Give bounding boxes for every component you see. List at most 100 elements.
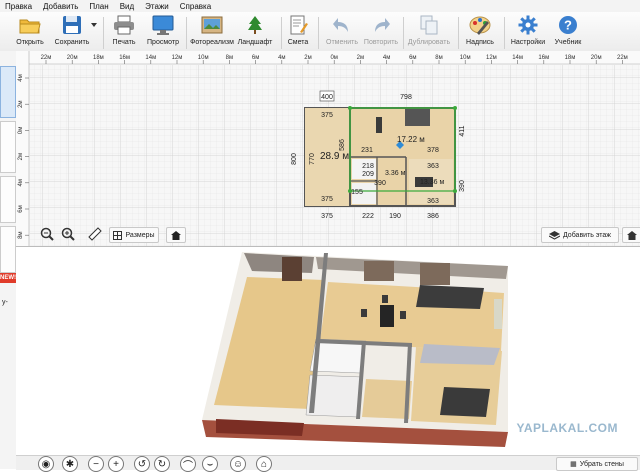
dim-label: 390 <box>374 180 386 187</box>
home-3d-button[interactable]: ⌂ <box>256 456 272 472</box>
rotate-left-button[interactable]: ↺ <box>134 456 150 472</box>
photo-icon <box>200 14 224 36</box>
rotate-right-button[interactable]: ↻ <box>154 456 170 472</box>
rotate-left-icon: ↺ <box>137 458 147 470</box>
tutorial-button[interactable]: ? Учебник <box>550 14 586 50</box>
dining-table[interactable] <box>376 117 382 133</box>
view-3d[interactable]: YAPLAKAL.COM <box>16 247 640 455</box>
menu-floors[interactable]: Этажи <box>140 2 175 11</box>
preview-button[interactable]: Просмотр <box>144 14 182 50</box>
document-pencil-icon <box>286 14 310 36</box>
copy-icon <box>417 14 441 36</box>
monitor-icon <box>151 14 175 36</box>
duplicate-button[interactable]: Дублировать <box>406 14 452 50</box>
save-dropdown-arrow[interactable] <box>89 14 99 50</box>
menu-view[interactable]: Вид <box>115 2 140 11</box>
print-button[interactable]: Печать <box>108 14 140 50</box>
left-panel-tool[interactable] <box>0 226 16 273</box>
zoom-out-button[interactable] <box>40 227 54 241</box>
menu-add[interactable]: Добавить <box>38 2 84 11</box>
menu-plan[interactable]: План <box>84 2 114 11</box>
folder-icon <box>18 14 42 36</box>
menu-bar: Правка Добавить План Вид Этажи Справка <box>0 0 640 12</box>
tilt-up-button[interactable]: ⌒ <box>180 456 196 472</box>
room-area-kitchen: 17.22 м <box>397 135 425 144</box>
dim-label: 155 <box>351 189 363 196</box>
ruler-label: 2м <box>357 55 364 61</box>
photoreal-button[interactable]: Фотореализм <box>189 14 235 50</box>
main-toolbar: Открыть Сохранить Печать Просмотр Фоторе… <box>0 12 640 52</box>
person-icon: ☺ <box>232 458 244 470</box>
sizes-button[interactable]: Размеры <box>109 227 159 243</box>
tilt-down-button[interactable]: ⌣ <box>202 456 218 472</box>
ruler-tool-button[interactable] <box>88 227 102 241</box>
plan-2d-view[interactable]: 22м 20м 18м 16м 14м 12м 10м 8м 6м 4м 2м 0м 2м 4м 6м 8м 1… <box>16 51 640 248</box>
floor-view-button[interactable] <box>622 227 640 243</box>
landscape-button[interactable]: Ландшафт <box>235 14 275 50</box>
grid-icon <box>113 230 123 240</box>
dim-label: 411 <box>459 125 466 136</box>
floppy-icon <box>60 14 84 36</box>
camera-button[interactable]: ◉ <box>38 456 54 472</box>
walk-mode-button[interactable]: ☺ <box>230 456 246 472</box>
zoom-in-icon <box>61 227 75 241</box>
render-button[interactable]: ✱ <box>62 456 78 472</box>
ruler-label: 8м <box>18 231 24 238</box>
bottom-toolbar: ◉ ✱ − + ↺ ↻ ⌒ ⌣ ☺ ⌂ ▦ Убрать стены <box>16 455 640 472</box>
new-badge: NEW! <box>0 273 16 283</box>
ruler-label: 2м <box>18 100 24 107</box>
brush-icon: ✱ <box>65 458 75 470</box>
watermark: YAPLAKAL.COM <box>516 421 618 435</box>
undo-button[interactable]: Отменить <box>324 14 360 50</box>
ruler-label: 20м <box>591 55 602 61</box>
toolbar-divider <box>103 17 104 49</box>
save-button[interactable]: Сохранить <box>50 14 94 50</box>
undo-icon <box>330 14 354 36</box>
dim-label: 209 <box>362 171 374 178</box>
left-panel-tool[interactable] <box>0 176 16 223</box>
dim-label: 375 <box>321 112 333 119</box>
dim-label: 378 <box>427 147 439 154</box>
open-button[interactable]: Открыть <box>10 14 50 50</box>
redo-button[interactable]: Повторить <box>362 14 400 50</box>
walls-icon: ▦ <box>570 461 577 468</box>
ruler-label: 16м <box>119 55 130 61</box>
ruler-label: 8м <box>226 55 233 61</box>
ruler-label: 22м <box>41 55 52 61</box>
home-button[interactable] <box>166 227 186 243</box>
label-button[interactable]: Надпись <box>462 14 498 50</box>
menu-edit[interactable]: Правка <box>0 2 38 11</box>
sofa[interactable] <box>405 109 430 126</box>
zoom-in-button[interactable] <box>61 227 75 241</box>
ruler-label: 18м <box>565 55 576 61</box>
tree-icon <box>243 14 267 36</box>
left-panel-tool-selected[interactable] <box>0 66 16 118</box>
zoom-out-icon <box>40 227 54 241</box>
tilt-down-icon: ⌣ <box>206 458 214 470</box>
zoom-out-3d-button[interactable]: − <box>88 456 104 472</box>
ruler-label: 10м <box>198 55 209 61</box>
toolbar-divider <box>186 17 187 49</box>
add-floor-button[interactable]: Добавить этаж <box>541 227 619 243</box>
ruler-label: 4м <box>383 55 390 61</box>
ruler-label: 0м <box>330 55 337 61</box>
estimate-button[interactable]: Смета <box>284 14 312 50</box>
dim-label: 363 <box>427 198 439 205</box>
ruler-label: 20м <box>67 55 78 61</box>
remove-walls-label: Убрать стены <box>579 460 624 468</box>
toolbar-divider <box>403 17 404 49</box>
ruler-label: 22м <box>617 55 628 61</box>
zoom-in-3d-button[interactable]: + <box>108 456 124 472</box>
add-floor-label: Добавить этаж <box>562 231 611 239</box>
left-panel-tool[interactable] <box>0 121 16 173</box>
rotate-right-icon: ↻ <box>157 458 167 470</box>
svg-text:?: ? <box>564 18 572 33</box>
settings-button[interactable]: Настройки <box>508 14 548 50</box>
redo-icon <box>369 14 393 36</box>
dim-label: 586 <box>339 139 346 151</box>
ruler-label: 14м <box>145 55 156 61</box>
plan-canvas[interactable]: 22м 20м 18м 16м 14м 12м 10м 8м 6м 4м 2м 0м 2м 4м 6м 8м 1… <box>16 51 640 246</box>
menu-help[interactable]: Справка <box>175 2 217 11</box>
ruler-label: 6м <box>252 55 259 61</box>
left-panel: NEW! у- <box>0 51 17 469</box>
